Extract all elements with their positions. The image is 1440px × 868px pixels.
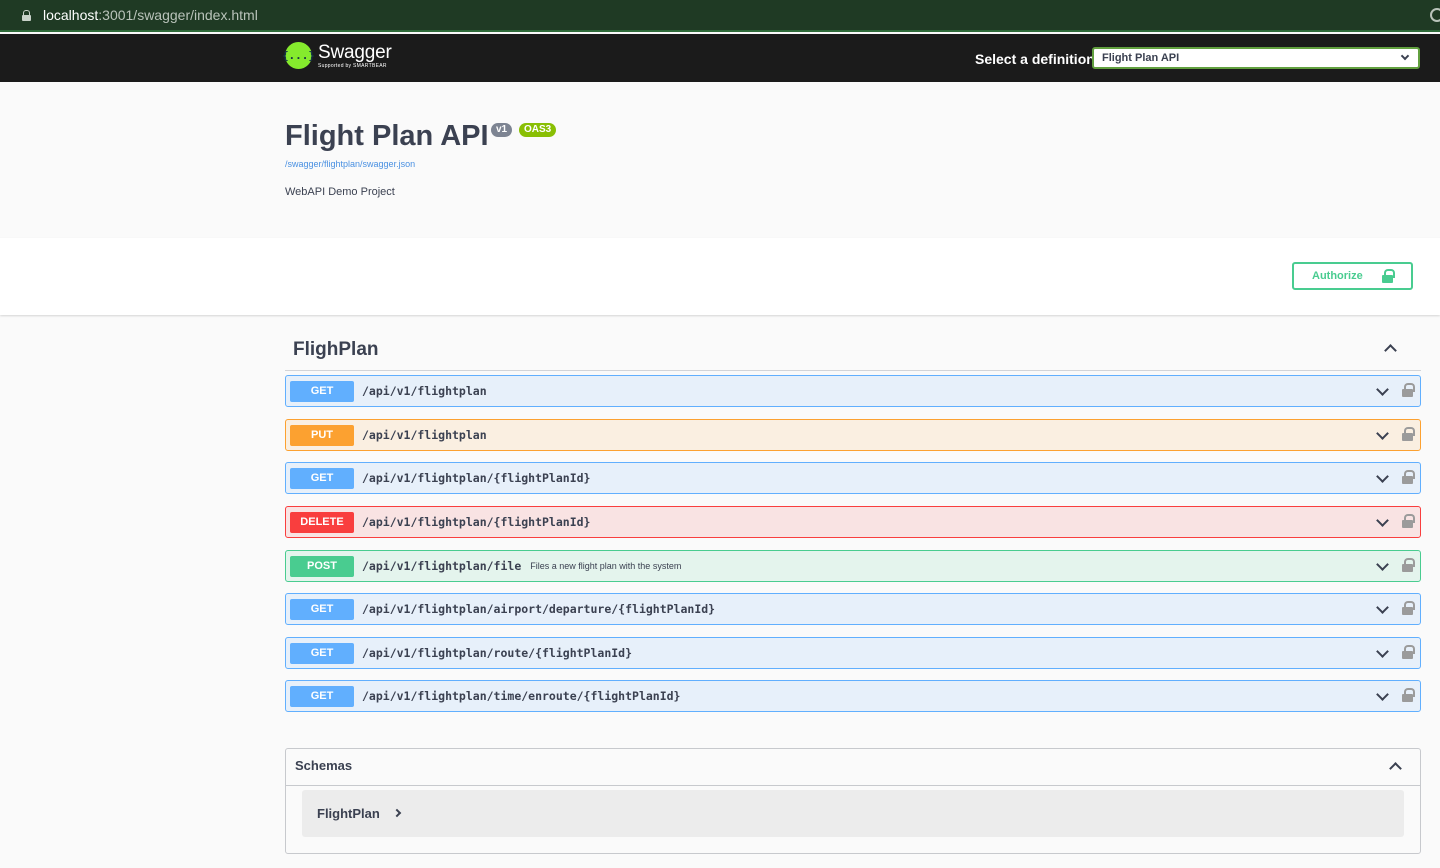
- api-description: WebAPI Demo Project: [285, 186, 395, 198]
- method-badge: GET: [290, 380, 354, 402]
- lock-icon[interactable]: [1402, 470, 1415, 484]
- operation-summary: Files a new flight plan with the system: [530, 561, 682, 571]
- operation-get-flightplan[interactable]: GET /api/v1/flightplan: [285, 375, 1421, 407]
- lock-icon[interactable]: [1402, 688, 1415, 702]
- lock-icon[interactable]: [1402, 645, 1415, 659]
- chevron-down-icon[interactable]: [1376, 601, 1389, 614]
- operation-post-flightplan-file[interactable]: POST /api/v1/flightplan/file Files a new…: [285, 550, 1421, 582]
- operation-path: /api/v1/flightplan/file: [362, 559, 522, 573]
- operation-path: /api/v1/flightplan/{flightPlanId}: [362, 515, 591, 529]
- lock-icon[interactable]: [1402, 427, 1415, 441]
- chevron-down-icon[interactable]: [1376, 558, 1389, 571]
- operation-path: /api/v1/flightplan/airport/departure/{fl…: [362, 602, 716, 616]
- url-host: localhost: [43, 7, 99, 23]
- operation-get-departure-airport[interactable]: GET /api/v1/flightplan/airport/departure…: [285, 593, 1421, 625]
- swagger-logo-icon: {...}: [282, 42, 315, 69]
- lock-icon: [1382, 269, 1395, 283]
- swagger-topbar: {...} Swagger Supported by SMARTBEAR Sel…: [0, 34, 1440, 82]
- operation-get-route[interactable]: GET /api/v1/flightplan/route/{flightPlan…: [285, 637, 1421, 669]
- scheme-container: Authorize: [0, 238, 1440, 315]
- spec-link[interactable]: /swagger/flightplan/swagger.json: [285, 159, 415, 169]
- tag-section-header[interactable]: FlighPlan: [285, 330, 1421, 371]
- schemas-header[interactable]: Schemas: [286, 749, 1420, 786]
- api-info: Flight Plan API v1 OAS3 /swagger/flightp…: [0, 82, 1440, 238]
- browser-address-bar[interactable]: localhost:3001/swagger/index.html: [0, 0, 1440, 32]
- chevron-down-icon[interactable]: [1376, 383, 1389, 396]
- schemas-section: Schemas FlightPlan: [285, 748, 1421, 854]
- chevron-down-icon[interactable]: [1376, 427, 1389, 440]
- operation-path: /api/v1/flightplan: [362, 428, 487, 442]
- chevron-up-icon[interactable]: [1389, 762, 1402, 775]
- method-badge: GET: [290, 598, 354, 620]
- operation-path: /api/v1/flightplan: [362, 384, 487, 398]
- chevron-down-icon[interactable]: [1376, 645, 1389, 658]
- page-title: Flight Plan API: [285, 120, 489, 152]
- chevron-down-icon[interactable]: [1376, 514, 1389, 527]
- method-badge: GET: [290, 642, 354, 664]
- method-badge: GET: [290, 685, 354, 707]
- authorize-button[interactable]: Authorize: [1292, 262, 1413, 290]
- operation-delete-flightplan[interactable]: DELETE /api/v1/flightplan/{flightPlanId}: [285, 506, 1421, 538]
- operation-put-flightplan[interactable]: PUT /api/v1/flightplan: [285, 419, 1421, 451]
- lock-icon[interactable]: [1402, 601, 1415, 615]
- url-path: :3001/swagger/index.html: [98, 7, 258, 23]
- operation-get-time-enroute[interactable]: GET /api/v1/flightplan/time/enroute/{fli…: [285, 680, 1421, 712]
- chevron-right-icon: [392, 808, 402, 818]
- chevron-down-icon[interactable]: [1376, 688, 1389, 701]
- logo-title: Swagger: [318, 41, 392, 63]
- schema-model-flightplan[interactable]: FlightPlan: [302, 790, 1404, 837]
- lock-icon[interactable]: [1402, 558, 1415, 572]
- schemas-title: Schemas: [295, 758, 353, 773]
- method-badge: PUT: [290, 424, 354, 446]
- operation-path: /api/v1/flightplan/route/{flightPlanId}: [362, 646, 633, 660]
- oas-badge: OAS3: [519, 123, 557, 137]
- definition-select[interactable]: Flight Plan API: [1092, 47, 1420, 69]
- operation-path: /api/v1/flightplan/{flightPlanId}: [362, 471, 591, 485]
- lock-icon[interactable]: [1402, 383, 1415, 397]
- version-badge: v1: [491, 123, 513, 137]
- operation-get-flightplan-by-id[interactable]: GET /api/v1/flightplan/{flightPlanId}: [285, 462, 1421, 494]
- operation-path: /api/v1/flightplan/time/enroute/{flightP…: [362, 689, 681, 703]
- definition-label: Select a definition: [975, 51, 1095, 67]
- chevron-up-icon[interactable]: [1384, 344, 1397, 357]
- logo-subtitle: Supported by SMARTBEAR: [318, 62, 387, 69]
- lock-icon[interactable]: [1402, 514, 1415, 528]
- method-badge: POST: [290, 555, 354, 577]
- definition-select-value: Flight Plan API: [1102, 52, 1180, 64]
- browser-icon[interactable]: [1430, 8, 1440, 22]
- lock-icon: [22, 9, 31, 21]
- chevron-down-icon: [1400, 51, 1410, 61]
- model-name: FlightPlan: [317, 806, 380, 821]
- tag-title: FlighPlan: [293, 339, 379, 360]
- swagger-logo[interactable]: {...} Swagger Supported by SMARTBEAR: [282, 41, 392, 69]
- method-badge: DELETE: [290, 511, 354, 533]
- method-badge: GET: [290, 467, 354, 489]
- authorize-label: Authorize: [1312, 270, 1363, 282]
- chevron-down-icon[interactable]: [1376, 470, 1389, 483]
